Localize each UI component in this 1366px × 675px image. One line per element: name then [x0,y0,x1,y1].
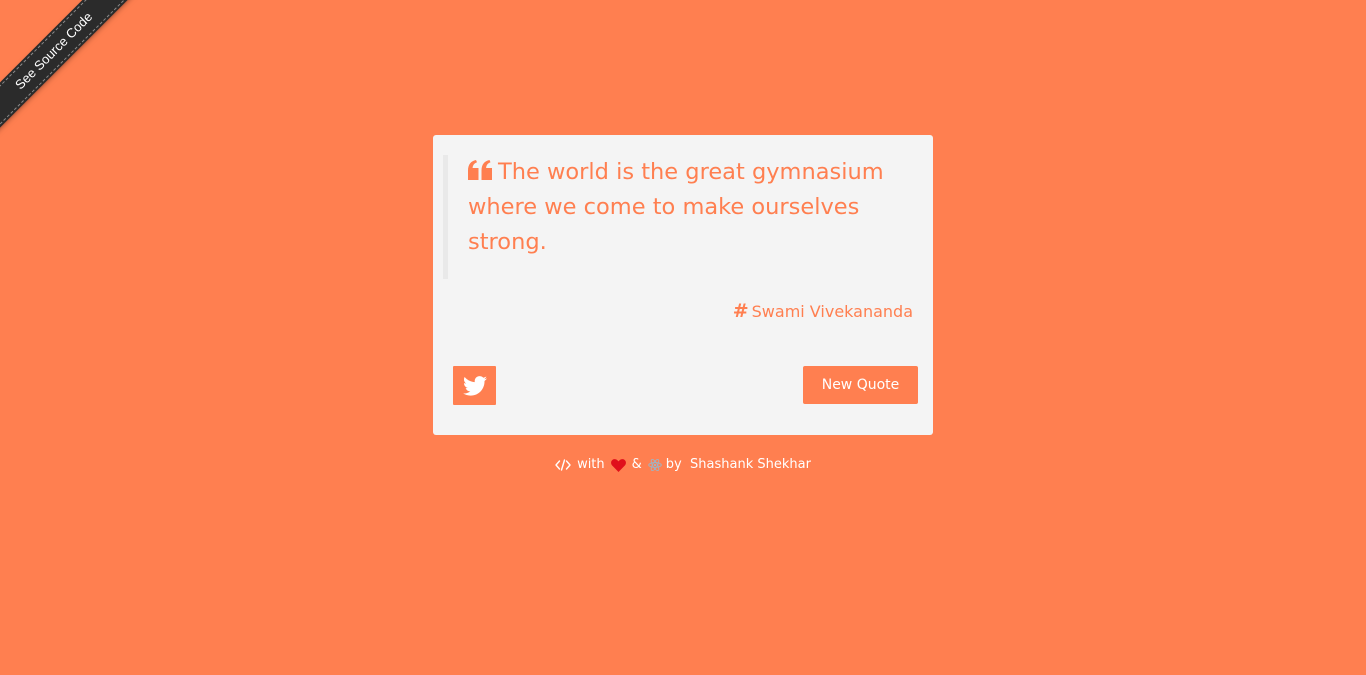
hashtag-icon: # [732,300,749,322]
see-source-code-ribbon[interactable]: See Source Code [0,0,142,139]
quote-author: # Swami Vivekananda [733,300,913,323]
code-icon [555,459,571,471]
footer-with: with [577,457,605,472]
quote-text: The world is the great gymnasium where w… [468,159,884,255]
tweet-quote-button[interactable] [453,366,496,405]
author-name: Swami Vivekananda [751,302,913,321]
quote-blockquote: The world is the great gymnasium where w… [443,155,903,279]
footer: with & by Shashank Shekhar [0,456,1366,475]
quote-text-container: The world is the great gymnasium where w… [468,155,903,260]
ribbon-container: See Source Code [0,0,150,150]
heart-icon [610,458,626,472]
footer-and: & [631,457,642,472]
footer-by: by [665,457,682,472]
quote-card: The world is the great gymnasium where w… [433,135,933,435]
quote-left-icon [468,160,492,180]
twitter-icon [462,375,487,396]
page: See Source Code The world is the great g… [0,0,1366,675]
footer-author-name[interactable]: Shashank Shekhar [690,457,811,472]
new-quote-button[interactable]: New Quote [803,366,918,404]
react-icon [648,458,662,472]
